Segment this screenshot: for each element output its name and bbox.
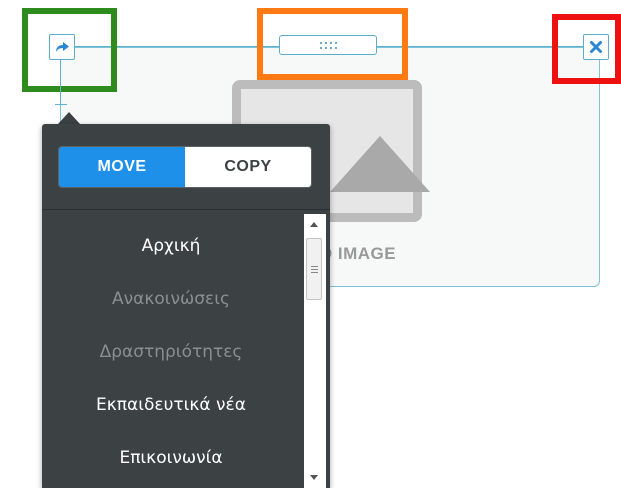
page-list: Αρχική Ανακοινώσεις Δραστηριότητες Εκπαι… xyxy=(42,219,300,484)
page-list-item[interactable]: Αρχική xyxy=(42,219,300,272)
move-to-page-button[interactable] xyxy=(49,34,75,60)
copy-button[interactable]: COPY xyxy=(185,147,311,187)
scroll-up-icon[interactable] xyxy=(310,222,318,227)
page-list-item[interactable]: Επικοινωνία xyxy=(42,431,300,484)
delete-element-button[interactable] xyxy=(583,34,609,60)
grip-dots-icon xyxy=(319,41,337,49)
move-button[interactable]: MOVE xyxy=(59,147,185,187)
scroll-down-icon[interactable] xyxy=(310,475,318,480)
close-icon xyxy=(590,41,602,53)
page-list-item[interactable]: Δραστηριότητες xyxy=(42,325,300,378)
move-copy-panel: MOVE COPY Αρχική Ανακοινώσεις Δραστηριότ… xyxy=(42,124,330,488)
image-placeholder-icon xyxy=(330,136,430,192)
drag-handle[interactable] xyxy=(279,35,377,55)
page-list-scrollbar[interactable] xyxy=(304,214,326,488)
panel-connector-tick xyxy=(55,104,67,105)
page-list-item[interactable]: Ανακοινώσεις xyxy=(42,272,300,325)
arrow-right-icon xyxy=(56,42,69,52)
panel-connector-line xyxy=(60,60,61,106)
panel-divider xyxy=(42,209,330,210)
move-copy-toggle: MOVE COPY xyxy=(58,146,312,188)
page-list-item[interactable]: Εκπαιδευτικά νέα xyxy=(42,378,300,431)
scrollbar-thumb[interactable] xyxy=(306,238,322,300)
panel-caret xyxy=(58,112,80,124)
grip-lines-icon xyxy=(310,265,318,273)
